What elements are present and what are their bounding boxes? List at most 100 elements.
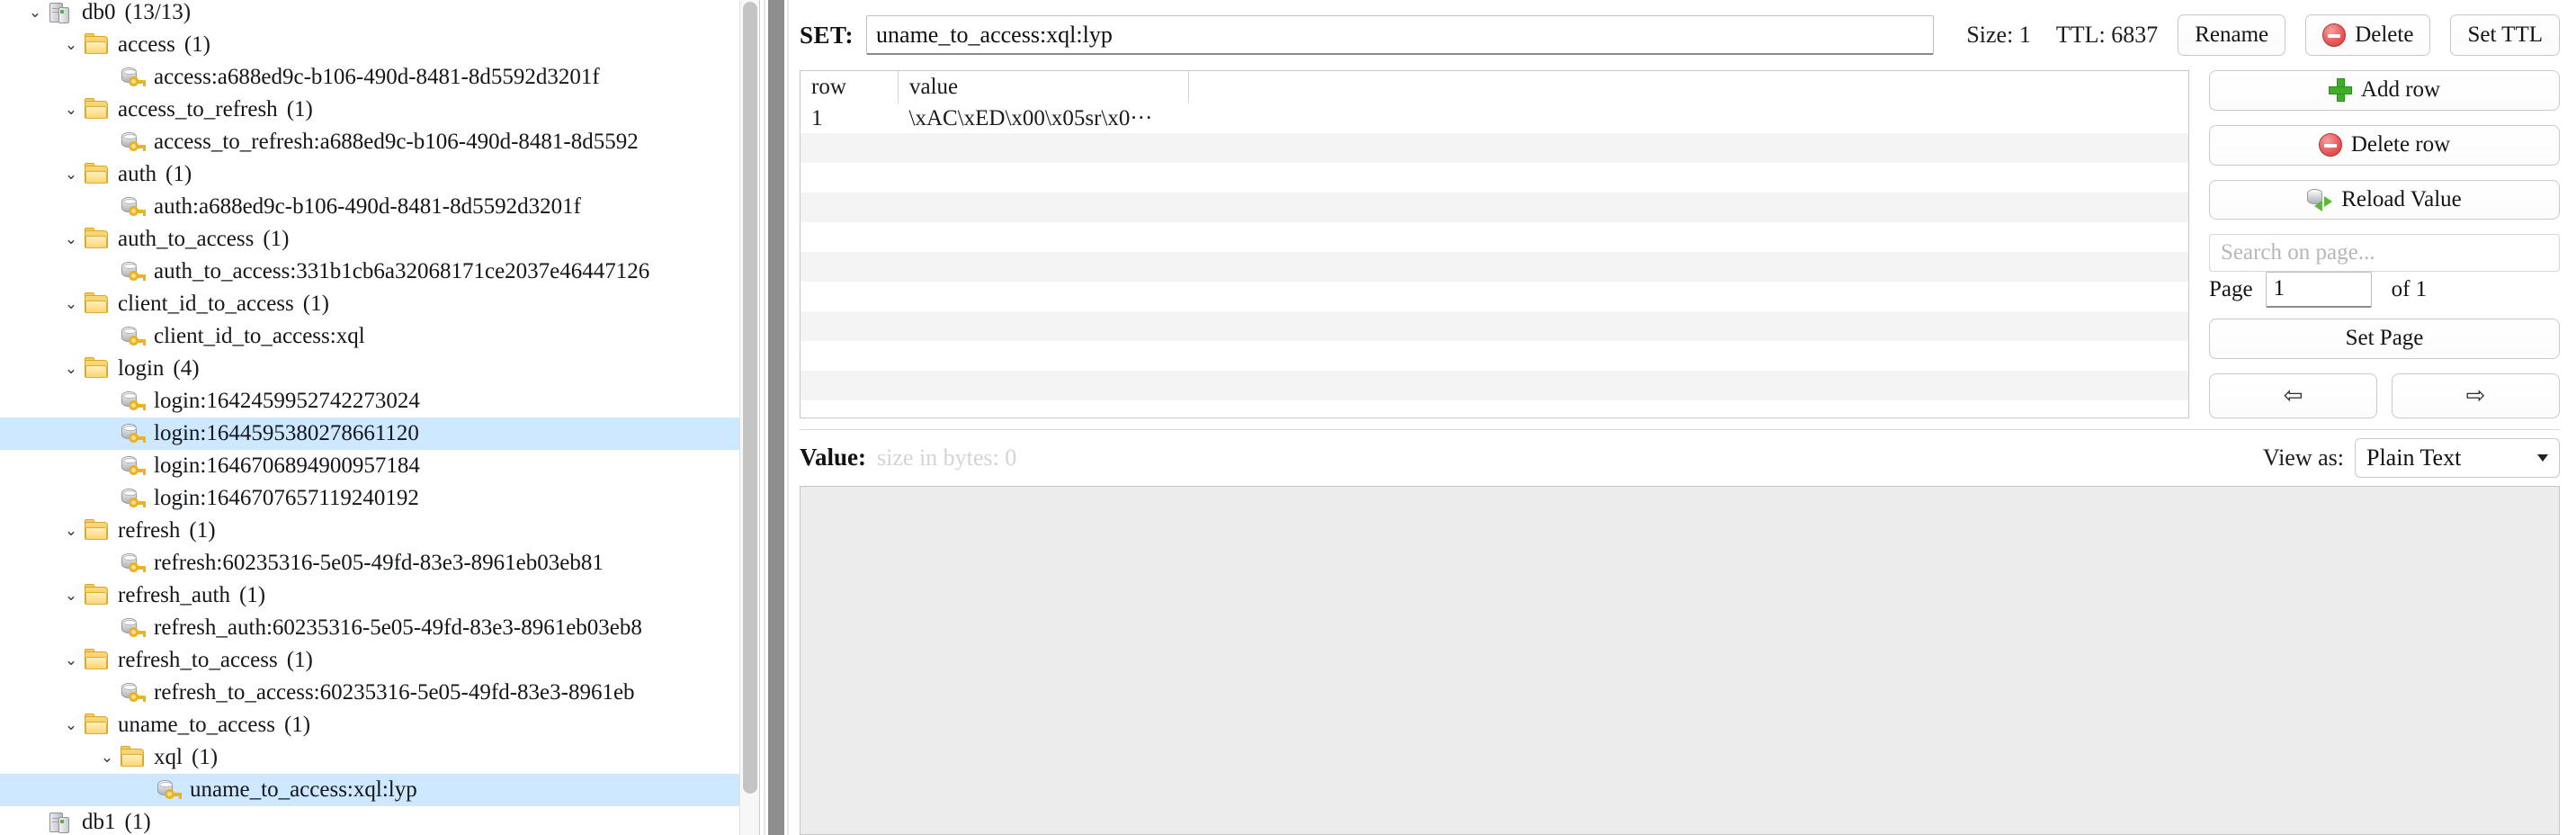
- cell-row-index: [801, 252, 899, 282]
- tree-twisty-placeholder: [95, 547, 119, 579]
- rows-table-container[interactable]: row value 1 \xAC\xED\x00\x05sr\x0···: [800, 70, 2189, 418]
- key-icon: [119, 615, 148, 641]
- chevron-down-icon[interactable]: ⌄: [59, 29, 83, 61]
- tree-twisty-placeholder: [131, 774, 155, 806]
- tree-node[interactable]: ⌄ refresh_auth (1): [0, 579, 759, 612]
- chevron-down-icon[interactable]: ⌄: [59, 94, 83, 126]
- chevron-down-icon[interactable]: ⌄: [59, 515, 83, 547]
- view-as-selected-value: Plain Text: [2366, 444, 2462, 471]
- value-editor[interactable]: [800, 485, 2560, 835]
- chevron-down-icon[interactable]: ⌄: [59, 158, 83, 191]
- splitter-handle[interactable]: [768, 0, 784, 835]
- chevron-down-icon[interactable]: ⌄: [95, 741, 119, 774]
- tree-node[interactable]: refresh_auth:60235316-5e05-49fd-83e3-896…: [0, 612, 759, 644]
- delete-key-button[interactable]: Delete: [2305, 14, 2431, 56]
- table-row-empty: [801, 311, 2188, 341]
- chevron-down-icon[interactable]: ⌄: [59, 353, 83, 385]
- tree-node[interactable]: ⌄ auth_to_access (1): [0, 223, 759, 256]
- set-ttl-button-label: Set TTL: [2467, 22, 2543, 47]
- key-icon: [119, 65, 148, 90]
- tree-node[interactable]: ⌄ client_id_to_access (1): [0, 288, 759, 320]
- tree-node-label: auth: [118, 162, 157, 186]
- cell-filler: [1189, 103, 2189, 133]
- pane-splitter[interactable]: [760, 0, 792, 835]
- tree-scrollbar-thumb[interactable]: [743, 2, 757, 794]
- rows-table: row value 1 \xAC\xED\x00\x05sr\x0···: [801, 71, 2188, 418]
- tree-node[interactable]: access_to_refresh:a688ed9c-b106-490d-848…: [0, 126, 759, 158]
- tree-node-label: login:1646706894900957184: [154, 453, 420, 478]
- folder-icon: [83, 32, 112, 58]
- tree-node[interactable]: login:1644595380278661120: [0, 418, 759, 450]
- set-page-button[interactable]: Set Page: [2209, 318, 2560, 359]
- table-row[interactable]: 1 \xAC\xED\x00\x05sr\x0···: [801, 103, 2188, 133]
- cell-filler: [1189, 400, 2189, 418]
- tree-vertical-scrollbar[interactable]: [739, 0, 759, 835]
- tree-node-label: access: [118, 32, 175, 57]
- cell-value: [899, 371, 1189, 400]
- chevron-down-icon[interactable]: ⌄: [59, 644, 83, 677]
- tree-node[interactable]: ⌄ refresh (1): [0, 515, 759, 547]
- tree-node[interactable]: ⌄ db0 (13/13): [0, 0, 759, 29]
- chevron-down-icon[interactable]: ⌄: [59, 579, 83, 612]
- delete-key-button-label: Delete: [2355, 22, 2414, 47]
- cell-row-index: [801, 311, 899, 341]
- key-type-label: SET:: [800, 21, 854, 49]
- tree-twisty-placeholder: [95, 385, 119, 418]
- page-number-input[interactable]: [2265, 271, 2372, 308]
- tree-node[interactable]: login:1646706894900957184: [0, 450, 759, 482]
- plus-icon: [2328, 78, 2352, 103]
- set-ttl-button[interactable]: Set TTL: [2450, 14, 2560, 56]
- cell-row-index: [801, 282, 899, 311]
- chevron-down-icon[interactable]: ⌄: [59, 223, 83, 256]
- column-header-row[interactable]: row: [801, 71, 899, 103]
- tree-node[interactable]: ⌄ access_to_refresh (1): [0, 94, 759, 126]
- tree-node[interactable]: access:a688ed9c-b106-490d-8481-8d5592d32…: [0, 61, 759, 94]
- tree-node-label: login: [118, 356, 165, 381]
- reload-value-button[interactable]: Reload Value: [2209, 179, 2560, 220]
- tree-node[interactable]: ⌄ auth (1): [0, 158, 759, 191]
- tree-node-label: login:1644595380278661120: [154, 421, 419, 445]
- view-as-select[interactable]: Plain Text: [2355, 437, 2560, 478]
- tree-node[interactable]: ⌄ access (1): [0, 29, 759, 61]
- tree-node-count: (1): [124, 810, 151, 834]
- table-row-empty: [801, 400, 2188, 418]
- rename-button[interactable]: Rename: [2178, 14, 2286, 56]
- tree-node[interactable]: ⌄ uname_to_access (1): [0, 709, 759, 741]
- tree-node[interactable]: ⌄ xql (1): [0, 741, 759, 774]
- tree-node[interactable]: ⌄ login (4): [0, 353, 759, 385]
- tree-node[interactable]: refresh:60235316-5e05-49fd-83e3-8961eb03…: [0, 547, 759, 579]
- tree-node[interactable]: login:1642459952742273024: [0, 385, 759, 418]
- tree-node[interactable]: login:1646707657119240192: [0, 482, 759, 515]
- key-name-input[interactable]: [866, 15, 1935, 55]
- next-page-button[interactable]: ⇨: [2392, 373, 2560, 418]
- tree-node[interactable]: auth:a688ed9c-b106-490d-8481-8d5592d3201…: [0, 191, 759, 223]
- cell-filler: [1189, 371, 2189, 400]
- column-header-value[interactable]: value: [898, 71, 1189, 103]
- tree-node[interactable]: client_id_to_access:xql: [0, 320, 759, 353]
- tree-node[interactable]: ⌄ refresh_to_access (1): [0, 644, 759, 677]
- chevron-down-icon[interactable]: ⌄: [59, 709, 83, 741]
- tree-node[interactable]: auth_to_access:331b1cb6a32068171ce2037e4…: [0, 256, 759, 288]
- table-row-empty: [801, 193, 2188, 222]
- table-row-empty: [801, 133, 2188, 163]
- tree-node-count: (1): [189, 518, 216, 543]
- tree-node-label: db1: [82, 810, 116, 834]
- delete-row-button[interactable]: Delete row: [2209, 124, 2560, 166]
- previous-page-button[interactable]: ⇦: [2209, 373, 2377, 418]
- tree-node[interactable]: uname_to_access:xql:lyp: [0, 774, 759, 806]
- chevron-down-icon[interactable]: ⌄: [59, 288, 83, 320]
- search-on-page-input[interactable]: [2209, 234, 2560, 272]
- cell-value: [899, 193, 1189, 222]
- tree-node[interactable]: db1 (1): [0, 806, 759, 835]
- add-row-button[interactable]: Add row: [2209, 70, 2560, 111]
- tree-node-count: (13/13): [124, 0, 192, 24]
- key-toolbar: SET: Size: 1 TTL: 6837 Rename Delete Set…: [800, 0, 2576, 70]
- tree-twisty-placeholder: [95, 450, 119, 482]
- folder-icon: [83, 227, 112, 252]
- tree-node-label: auth:a688ed9c-b106-490d-8481-8d5592d3201…: [154, 194, 581, 219]
- table-row-empty: [801, 222, 2188, 252]
- tree-node[interactable]: refresh_to_access:60235316-5e05-49fd-83e…: [0, 677, 759, 709]
- chevron-down-icon[interactable]: ⌄: [23, 0, 47, 29]
- key-tree[interactable]: ⌄ db0 (13/13) ⌄ access (1) access:a688ed9c-b1…: [0, 0, 759, 835]
- rows-table-body: 1 \xAC\xED\x00\x05sr\x0···: [801, 103, 2188, 418]
